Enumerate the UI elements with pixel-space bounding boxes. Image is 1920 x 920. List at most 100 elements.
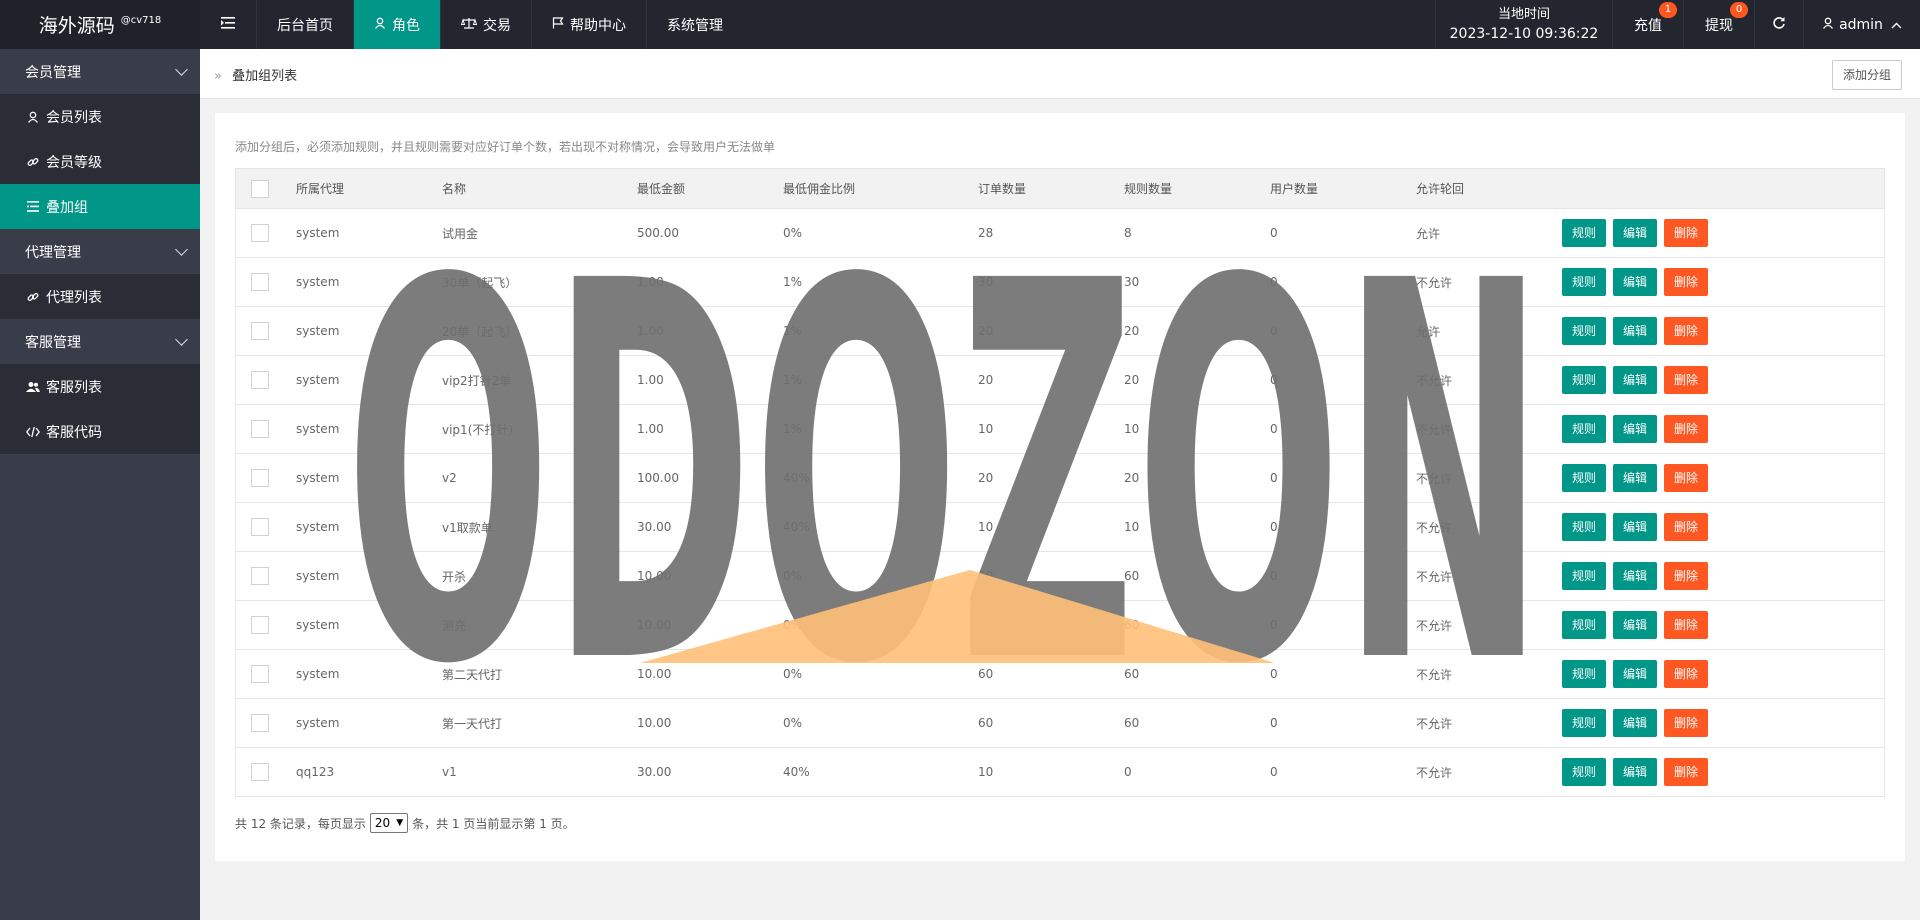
refresh-button[interactable] (1754, 0, 1803, 49)
cell-agent: system (281, 600, 427, 650)
delete-button[interactable]: 删除 (1664, 709, 1709, 737)
sidebar-item-member-list[interactable]: 会员列表 (0, 94, 200, 139)
delete-button[interactable]: 删除 (1664, 660, 1709, 688)
sidebar-item-service-code[interactable]: 客服代码 (0, 409, 200, 454)
row-checkbox[interactable] (251, 224, 269, 242)
delete-button[interactable]: 删除 (1664, 611, 1709, 639)
row-checkbox[interactable] (251, 273, 269, 291)
user-menu[interactable]: admin (1803, 0, 1920, 49)
sidebar-group-member[interactable]: 会员管理 (0, 49, 200, 94)
row-select-cell (235, 355, 281, 405)
select-all-checkbox[interactable] (251, 179, 269, 198)
delete-button[interactable]: 删除 (1664, 562, 1709, 590)
cell-min-commission: 0% (768, 649, 963, 699)
nav-trade[interactable]: 交易 (441, 0, 532, 49)
sidebar-item-member-level[interactable]: 会员等级 (0, 139, 200, 184)
col-user-count: 用户数量 (1255, 168, 1401, 209)
row-checkbox[interactable] (251, 616, 269, 634)
cell-agent: system (281, 453, 427, 503)
cell-allow-loop: 不允许 (1401, 355, 1547, 405)
top-header: 海外源码 @cv718 后台首页 角色 交易 帮助中心 系统管理 当地时间 20… (0, 0, 1920, 49)
refresh-icon (1772, 16, 1786, 34)
rule-button[interactable]: 规则 (1562, 219, 1607, 247)
cell-actions: 规则 编辑 删除 (1547, 698, 1885, 748)
rule-button[interactable]: 规则 (1562, 709, 1607, 737)
row-checkbox[interactable] (251, 567, 269, 585)
edit-button[interactable]: 编辑 (1613, 415, 1658, 443)
cell-user-count: 0 (1255, 600, 1401, 650)
nav-home[interactable]: 后台首页 (257, 0, 354, 49)
cell-actions: 规则 编辑 删除 (1547, 649, 1885, 699)
delete-button[interactable]: 删除 (1664, 758, 1709, 786)
recharge-button[interactable]: 充值 1 (1612, 0, 1683, 49)
recharge-badge: 1 (1659, 2, 1677, 18)
menu-toggle-button[interactable] (200, 0, 257, 49)
edit-button[interactable]: 编辑 (1613, 268, 1658, 296)
rule-button[interactable]: 规则 (1562, 366, 1607, 394)
cell-order-count: 60 (963, 600, 1109, 650)
delete-button[interactable]: 删除 (1664, 219, 1709, 247)
rule-button[interactable]: 规则 (1562, 611, 1607, 639)
cell-min-amount: 100.00 (622, 453, 768, 503)
row-checkbox[interactable] (251, 322, 269, 340)
row-checkbox[interactable] (251, 420, 269, 438)
row-checkbox[interactable] (251, 469, 269, 487)
sidebar-item-agent-list[interactable]: 代理列表 (0, 274, 200, 319)
cell-order-count: 20 (963, 355, 1109, 405)
cell-user-count: 0 (1255, 453, 1401, 503)
row-checkbox[interactable] (251, 763, 269, 781)
rule-button[interactable]: 规则 (1562, 317, 1607, 345)
row-checkbox[interactable] (251, 518, 269, 536)
row-checkbox[interactable] (251, 371, 269, 389)
sidebar-item-overlay-group[interactable]: 叠加组 (0, 184, 200, 229)
rule-button[interactable]: 规则 (1562, 415, 1607, 443)
table-row: system 30单（起飞） 1.00 1% 30 30 0 不允许 规则 编辑 删除 (235, 257, 1885, 307)
edit-button[interactable]: 编辑 (1613, 611, 1658, 639)
cell-allow-loop: 不允许 (1401, 502, 1547, 552)
delete-button[interactable]: 删除 (1664, 513, 1709, 541)
edit-button[interactable]: 编辑 (1613, 709, 1658, 737)
chevron-up-icon (1891, 17, 1902, 33)
edit-button[interactable]: 编辑 (1613, 660, 1658, 688)
rule-button[interactable]: 规则 (1562, 660, 1607, 688)
nav-system[interactable]: 系统管理 (647, 0, 743, 49)
list-icon (26, 201, 40, 212)
rule-button[interactable]: 规则 (1562, 464, 1607, 492)
rule-button[interactable]: 规则 (1562, 513, 1607, 541)
row-checkbox[interactable] (251, 665, 269, 683)
delete-button[interactable]: 删除 (1664, 317, 1709, 345)
rule-button[interactable]: 规则 (1562, 562, 1607, 590)
sidebar-group-service[interactable]: 客服管理 (0, 319, 200, 364)
cell-user-count: 0 (1255, 502, 1401, 552)
edit-button[interactable]: 编辑 (1613, 562, 1658, 590)
nav-help[interactable]: 帮助中心 (532, 0, 647, 49)
edit-button[interactable]: 编辑 (1613, 219, 1658, 247)
delete-button[interactable]: 删除 (1664, 415, 1709, 443)
page-size-select[interactable]: 20 ▼ (369, 813, 409, 833)
table-row: system 测充 10.00 0% 60 60 0 不允许 规则 编辑 删除 (235, 600, 1885, 650)
cell-actions: 规则 编辑 删除 (1547, 257, 1885, 307)
edit-button[interactable]: 编辑 (1613, 758, 1658, 786)
edit-button[interactable]: 编辑 (1613, 513, 1658, 541)
delete-button[interactable]: 删除 (1664, 366, 1709, 394)
cell-user-count: 0 (1255, 208, 1401, 258)
edit-button[interactable]: 编辑 (1613, 366, 1658, 394)
row-checkbox[interactable] (251, 714, 269, 732)
delete-button[interactable]: 删除 (1664, 464, 1709, 492)
withdraw-button[interactable]: 提现 0 (1683, 0, 1754, 49)
cell-min-amount: 500.00 (622, 208, 768, 258)
edit-button[interactable]: 编辑 (1613, 464, 1658, 492)
sidebar-group-agent[interactable]: 代理管理 (0, 229, 200, 274)
rule-button[interactable]: 规则 (1562, 758, 1607, 786)
col-order-count: 订单数量 (963, 168, 1109, 209)
cell-user-count: 0 (1255, 649, 1401, 699)
delete-button[interactable]: 删除 (1664, 268, 1709, 296)
add-group-button[interactable]: 添加分组 (1831, 60, 1902, 90)
cell-min-amount: 30.00 (622, 502, 768, 552)
rule-button[interactable]: 规则 (1562, 268, 1607, 296)
sidebar-item-label: 代理列表 (46, 289, 102, 306)
breadcrumb-bar: » 叠加组列表 添加分组 (200, 49, 1920, 99)
nav-role[interactable]: 角色 (354, 0, 441, 49)
sidebar-item-service-list[interactable]: 客服列表 (0, 364, 200, 409)
edit-button[interactable]: 编辑 (1613, 317, 1658, 345)
